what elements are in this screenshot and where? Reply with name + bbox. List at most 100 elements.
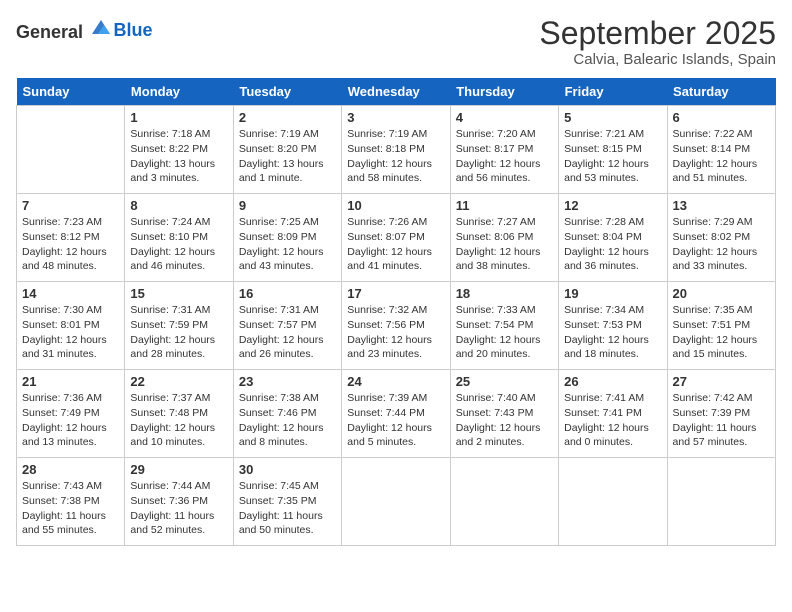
calendar-cell: 27 Sunrise: 7:42 AMSunset: 7:39 PMDayligh… — [667, 370, 775, 458]
date-number: 6 — [673, 110, 770, 125]
date-number: 3 — [347, 110, 444, 125]
cell-info: Sunrise: 7:29 AMSunset: 8:02 PMDaylight:… — [673, 216, 758, 272]
cell-info: Sunrise: 7:35 AMSunset: 7:51 PMDaylight:… — [673, 304, 758, 360]
date-number: 1 — [130, 110, 227, 125]
date-number: 29 — [130, 462, 227, 477]
date-number: 14 — [22, 286, 119, 301]
calendar-cell — [342, 458, 450, 546]
header-friday: Friday — [559, 78, 667, 106]
date-number: 7 — [22, 198, 119, 213]
date-number: 13 — [673, 198, 770, 213]
page-header: General Blue September 2025 Calvia, Bale… — [16, 16, 776, 68]
calendar-cell: 30 Sunrise: 7:45 AMSunset: 7:35 PMDayligh… — [233, 458, 341, 546]
date-number: 25 — [456, 374, 553, 389]
calendar-cell: 18 Sunrise: 7:33 AMSunset: 7:54 PMDayligh… — [450, 282, 558, 370]
logo-icon — [90, 16, 112, 38]
cell-info: Sunrise: 7:36 AMSunset: 7:49 PMDaylight:… — [22, 392, 107, 448]
calendar-cell: 2Sunrise: 7:19 AMSunset: 8:20 PMDaylight… — [233, 106, 341, 194]
calendar-cell: 3 Sunrise: 7:19 AMSunset: 8:18 PMDaylight… — [342, 106, 450, 194]
calendar-cell: 13 Sunrise: 7:29 AMSunset: 8:02 PMDayligh… — [667, 194, 775, 282]
date-number: 8 — [130, 198, 227, 213]
calendar-cell — [17, 106, 125, 194]
calendar-cell — [667, 458, 775, 546]
cell-info: Sunrise: 7:32 AMSunset: 7:56 PMDaylight:… — [347, 304, 432, 360]
header-sunday: Sunday — [17, 78, 125, 106]
calendar-cell: 19Sunrise: 7:34 AMSunset: 7:53 PMDayligh… — [559, 282, 667, 370]
main-title: September 2025 — [539, 16, 776, 51]
calendar-cell: 6Sunrise: 7:22 AMSunset: 8:14 PMDaylight… — [667, 106, 775, 194]
date-number: 5 — [564, 110, 661, 125]
cell-info: Sunrise: 7:38 AMSunset: 7:46 PMDaylight:… — [239, 392, 324, 448]
header-tuesday: Tuesday — [233, 78, 341, 106]
cell-info: Sunrise: 7:45 AMSunset: 7:35 PMDaylight:… — [239, 480, 323, 536]
cell-info: Sunrise: 7:21 AMSunset: 8:15 PMDaylight:… — [564, 128, 649, 184]
date-number: 9 — [239, 198, 336, 213]
cell-info: Sunrise: 7:28 AMSunset: 8:04 PMDaylight:… — [564, 216, 649, 272]
cell-info: Sunrise: 7:26 AMSunset: 8:07 PMDaylight:… — [347, 216, 432, 272]
calendar-cell — [450, 458, 558, 546]
cell-info: Sunrise: 7:44 AMSunset: 7:36 PMDaylight:… — [130, 480, 214, 536]
calendar-cell — [559, 458, 667, 546]
cell-info: Sunrise: 7:40 AMSunset: 7:43 PMDaylight:… — [456, 392, 541, 448]
header-thursday: Thursday — [450, 78, 558, 106]
date-number: 26 — [564, 374, 661, 389]
cell-info: Sunrise: 7:37 AMSunset: 7:48 PMDaylight:… — [130, 392, 215, 448]
cell-info: Sunrise: 7:30 AMSunset: 8:01 PMDaylight:… — [22, 304, 107, 360]
cell-info: Sunrise: 7:19 AMSunset: 8:20 PMDaylight:… — [239, 128, 324, 184]
cell-info: Sunrise: 7:41 AMSunset: 7:41 PMDaylight:… — [564, 392, 649, 448]
calendar-cell: 1 Sunrise: 7:18 AMSunset: 8:22 PMDaylight… — [125, 106, 233, 194]
cell-info: Sunrise: 7:42 AMSunset: 7:39 PMDaylight:… — [673, 392, 757, 448]
calendar-cell: 5 Sunrise: 7:21 AMSunset: 8:15 PMDaylight… — [559, 106, 667, 194]
date-number: 19 — [564, 286, 661, 301]
week-row-5: 28Sunrise: 7:43 AMSunset: 7:38 PMDayligh… — [17, 458, 776, 546]
date-number: 10 — [347, 198, 444, 213]
calendar-cell: 23 Sunrise: 7:38 AMSunset: 7:46 PMDayligh… — [233, 370, 341, 458]
calendar-cell: 10 Sunrise: 7:26 AMSunset: 8:07 PMDayligh… — [342, 194, 450, 282]
week-row-1: 1 Sunrise: 7:18 AMSunset: 8:22 PMDaylight… — [17, 106, 776, 194]
date-number: 21 — [22, 374, 119, 389]
calendar-cell: 20 Sunrise: 7:35 AMSunset: 7:51 PMDayligh… — [667, 282, 775, 370]
calendar-table: Sunday Monday Tuesday Wednesday Thursday… — [16, 78, 776, 546]
calendar-cell: 7Sunrise: 7:23 AMSunset: 8:12 PMDaylight… — [17, 194, 125, 282]
calendar-cell: 29 Sunrise: 7:44 AMSunset: 7:36 PMDayligh… — [125, 458, 233, 546]
week-row-4: 21 Sunrise: 7:36 AMSunset: 7:49 PMDayligh… — [17, 370, 776, 458]
subtitle: Calvia, Balearic Islands, Spain — [539, 51, 776, 68]
date-number: 30 — [239, 462, 336, 477]
calendar-cell: 4 Sunrise: 7:20 AMSunset: 8:17 PMDaylight… — [450, 106, 558, 194]
calendar-cell: 26 Sunrise: 7:41 AMSunset: 7:41 PMDayligh… — [559, 370, 667, 458]
week-row-2: 7Sunrise: 7:23 AMSunset: 8:12 PMDaylight… — [17, 194, 776, 282]
date-number: 16 — [239, 286, 336, 301]
cell-info: Sunrise: 7:18 AMSunset: 8:22 PMDaylight:… — [130, 128, 215, 184]
calendar-cell: 24 Sunrise: 7:39 AMSunset: 7:44 PMDayligh… — [342, 370, 450, 458]
logo-blue: Blue — [114, 21, 153, 39]
calendar-cell: 8Sunrise: 7:24 AMSunset: 8:10 PMDaylight… — [125, 194, 233, 282]
cell-info: Sunrise: 7:19 AMSunset: 8:18 PMDaylight:… — [347, 128, 432, 184]
date-number: 20 — [673, 286, 770, 301]
cell-info: Sunrise: 7:27 AMSunset: 8:06 PMDaylight:… — [456, 216, 541, 272]
cell-info: Sunrise: 7:25 AMSunset: 8:09 PMDaylight:… — [239, 216, 324, 272]
date-number: 15 — [130, 286, 227, 301]
cell-info: Sunrise: 7:31 AMSunset: 7:57 PMDaylight:… — [239, 304, 324, 360]
date-number: 23 — [239, 374, 336, 389]
cell-info: Sunrise: 7:33 AMSunset: 7:54 PMDaylight:… — [456, 304, 541, 360]
calendar-cell: 22Sunrise: 7:37 AMSunset: 7:48 PMDayligh… — [125, 370, 233, 458]
date-number: 17 — [347, 286, 444, 301]
logo-general: General — [16, 22, 83, 42]
date-number: 24 — [347, 374, 444, 389]
calendar-cell: 17 Sunrise: 7:32 AMSunset: 7:56 PMDayligh… — [342, 282, 450, 370]
calendar-cell: 12Sunrise: 7:28 AMSunset: 8:04 PMDayligh… — [559, 194, 667, 282]
calendar-cell: 14 Sunrise: 7:30 AMSunset: 8:01 PMDayligh… — [17, 282, 125, 370]
cell-info: Sunrise: 7:20 AMSunset: 8:17 PMDaylight:… — [456, 128, 541, 184]
cell-info: Sunrise: 7:39 AMSunset: 7:44 PMDaylight:… — [347, 392, 432, 448]
cell-info: Sunrise: 7:31 AMSunset: 7:59 PMDaylight:… — [130, 304, 215, 360]
calendar-cell: 21 Sunrise: 7:36 AMSunset: 7:49 PMDayligh… — [17, 370, 125, 458]
date-number: 4 — [456, 110, 553, 125]
date-number: 18 — [456, 286, 553, 301]
date-number: 27 — [673, 374, 770, 389]
calendar-cell: 16 Sunrise: 7:31 AMSunset: 7:57 PMDayligh… — [233, 282, 341, 370]
date-number: 11 — [456, 198, 553, 213]
day-header-row: Sunday Monday Tuesday Wednesday Thursday… — [17, 78, 776, 106]
calendar-cell: 11 Sunrise: 7:27 AMSunset: 8:06 PMDayligh… — [450, 194, 558, 282]
calendar-cell: 9 Sunrise: 7:25 AMSunset: 8:09 PMDaylight… — [233, 194, 341, 282]
cell-info: Sunrise: 7:43 AMSunset: 7:38 PMDaylight:… — [22, 480, 106, 536]
